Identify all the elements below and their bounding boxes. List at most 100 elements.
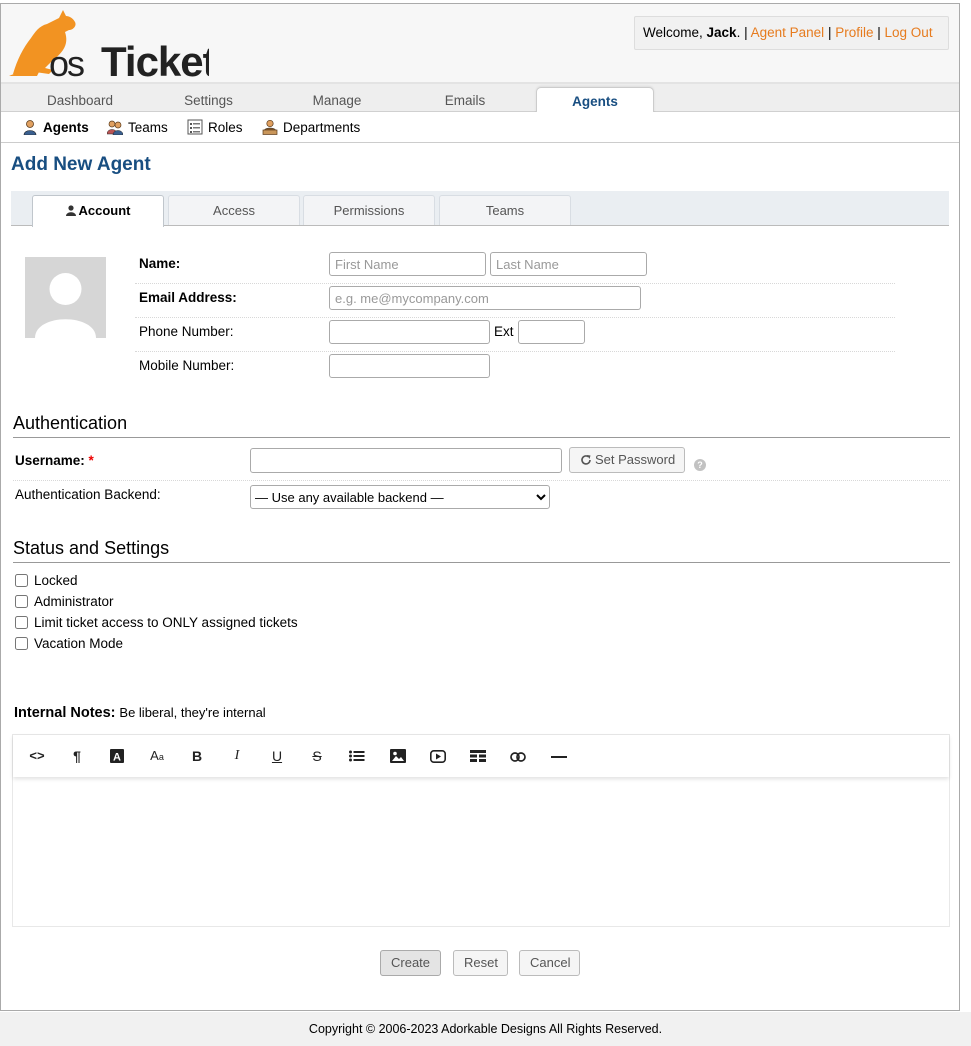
status-settings-heading: Status and Settings — [13, 538, 950, 563]
vacation-mode-checkbox[interactable] — [15, 637, 28, 650]
strikethrough-icon[interactable]: S — [306, 745, 328, 767]
tab-label: Account — [78, 203, 131, 218]
username-label-text: Username: — [15, 453, 85, 468]
administrator-checkbox-row[interactable]: Administrator — [14, 594, 114, 609]
tab-permissions[interactable]: Permissions — [303, 195, 435, 225]
subnav-label: Agents — [43, 120, 89, 135]
help-icon[interactable]: ? — [694, 459, 706, 471]
internal-notes-hint: Be liberal, they're internal — [119, 705, 266, 720]
phone-label: Phone Number: — [139, 324, 234, 339]
divider — [135, 283, 895, 284]
internal-notes-header: Internal Notes: Be liberal, they're inte… — [14, 704, 266, 721]
internal-notes-label: Internal Notes: — [14, 705, 116, 721]
bold-icon[interactable]: B — [186, 745, 208, 767]
subnav-item-departments[interactable]: Departments — [262, 119, 360, 137]
logout-link[interactable]: Log Out — [885, 25, 933, 40]
divider — [13, 480, 950, 481]
locked-checkbox[interactable] — [15, 574, 28, 587]
locked-checkbox-row[interactable]: Locked — [14, 573, 78, 588]
email-label: Email Address: — [139, 290, 237, 305]
create-button[interactable]: Create — [380, 950, 441, 976]
subnav-label: Teams — [128, 120, 168, 135]
name-label: Name: — [139, 256, 181, 271]
subnav-item-agents[interactable]: Agents — [22, 119, 89, 137]
cancel-button[interactable]: Cancel — [519, 950, 580, 976]
subnav-item-teams[interactable]: Teams — [106, 119, 168, 137]
nav-tab-emails[interactable]: Emails — [395, 87, 535, 115]
font-size-icon[interactable]: Aa — [146, 745, 168, 767]
agent-icon — [22, 119, 38, 136]
first-name-input[interactable] — [329, 252, 486, 276]
checkbox-label: Limit ticket access to ONLY assigned tic… — [34, 615, 298, 630]
form-tabs: Account Access Permissions Teams — [11, 191, 949, 227]
user-icon — [65, 197, 76, 227]
limit-access-checkbox[interactable] — [15, 616, 28, 629]
rich-text-editor[interactable]: <> ¶ A Aa B I U S — [12, 734, 950, 927]
main-container: os Ticket Welcome, Jack. | Agent Panel |… — [0, 3, 960, 1011]
roles-icon — [187, 119, 203, 135]
code-view-icon[interactable]: <> — [26, 745, 48, 767]
profile-link[interactable]: Profile — [835, 25, 873, 40]
email-input[interactable] — [329, 286, 641, 310]
underline-icon[interactable]: U — [266, 745, 288, 767]
subnav-item-roles[interactable]: Roles — [187, 119, 243, 137]
copyright-text: Copyright © 2006-2023 Adorkable Designs … — [308, 1022, 663, 1036]
separator: | — [827, 25, 832, 40]
tab-teams[interactable]: Teams — [439, 195, 571, 225]
refresh-icon — [580, 450, 592, 474]
checkbox-label: Vacation Mode — [34, 636, 124, 651]
departments-icon — [262, 119, 278, 135]
tab-account[interactable]: Account — [32, 195, 164, 227]
kangaroo-logo-icon: os Ticket — [9, 10, 209, 80]
mobile-label: Mobile Number: — [139, 358, 235, 373]
username-label: Username: * — [15, 453, 94, 468]
user-name: Jack — [706, 25, 737, 40]
editor-toolbar: <> ¶ A Aa B I U S — [13, 735, 949, 777]
administrator-checkbox[interactable] — [15, 595, 28, 608]
welcome-bar: Welcome, Jack. | Agent Panel | Profile |… — [634, 16, 949, 50]
page-title: Add New Agent — [11, 154, 151, 175]
mobile-input[interactable] — [329, 354, 490, 378]
required-mark: * — [88, 453, 94, 468]
link-icon[interactable] — [507, 745, 529, 767]
footer: Copyright © 2006-2023 Adorkable Designs … — [0, 1012, 971, 1046]
auth-backend-label: Authentication Backend: — [15, 487, 161, 502]
username-input[interactable] — [250, 448, 562, 473]
phone-input[interactable] — [329, 320, 490, 344]
vacation-mode-checkbox-row[interactable]: Vacation Mode — [14, 636, 123, 651]
last-name-input[interactable] — [490, 252, 647, 276]
reset-button[interactable]: Reset — [453, 950, 508, 976]
video-icon[interactable] — [427, 745, 449, 767]
teams-icon — [106, 119, 124, 136]
main-nav: Dashboard Settings Manage Emails Agents — [1, 82, 959, 116]
welcome-prefix: Welcome, — [643, 25, 707, 40]
svg-text:Ticket: Ticket — [101, 38, 209, 80]
set-password-label: Set Password — [595, 452, 676, 467]
image-icon[interactable] — [387, 745, 409, 767]
sub-nav: Agents Teams Roles Departments — [1, 112, 959, 143]
nav-tab-manage[interactable]: Manage — [263, 87, 411, 115]
svg-text:os: os — [49, 43, 84, 80]
checkbox-label: Locked — [34, 573, 78, 588]
italic-icon[interactable]: I — [226, 745, 248, 767]
font-color-icon[interactable]: A — [106, 745, 128, 767]
header: os Ticket Welcome, Jack. | Agent Panel |… — [1, 4, 959, 82]
subnav-label: Roles — [208, 120, 243, 135]
agent-panel-link[interactable]: Agent Panel — [751, 25, 825, 40]
osticket-logo[interactable]: os Ticket — [9, 8, 209, 80]
set-password-button[interactable]: Set Password — [569, 447, 685, 473]
tab-access[interactable]: Access — [168, 195, 300, 225]
default-avatar-icon — [35, 273, 96, 338]
avatar — [25, 257, 106, 338]
authentication-heading: Authentication — [13, 413, 950, 438]
horizontal-rule-icon[interactable] — [548, 745, 570, 767]
subnav-label: Departments — [283, 120, 361, 135]
limit-access-checkbox-row[interactable]: Limit ticket access to ONLY assigned tic… — [14, 615, 298, 630]
welcome-suffix: . | — [736, 25, 748, 40]
auth-backend-select[interactable]: — Use any available backend — — [250, 485, 550, 509]
checkbox-label: Administrator — [34, 594, 114, 609]
paragraph-icon[interactable]: ¶ — [66, 745, 88, 767]
phone-ext-input[interactable] — [518, 320, 585, 344]
table-icon[interactable] — [467, 745, 489, 767]
list-icon[interactable] — [346, 745, 368, 767]
